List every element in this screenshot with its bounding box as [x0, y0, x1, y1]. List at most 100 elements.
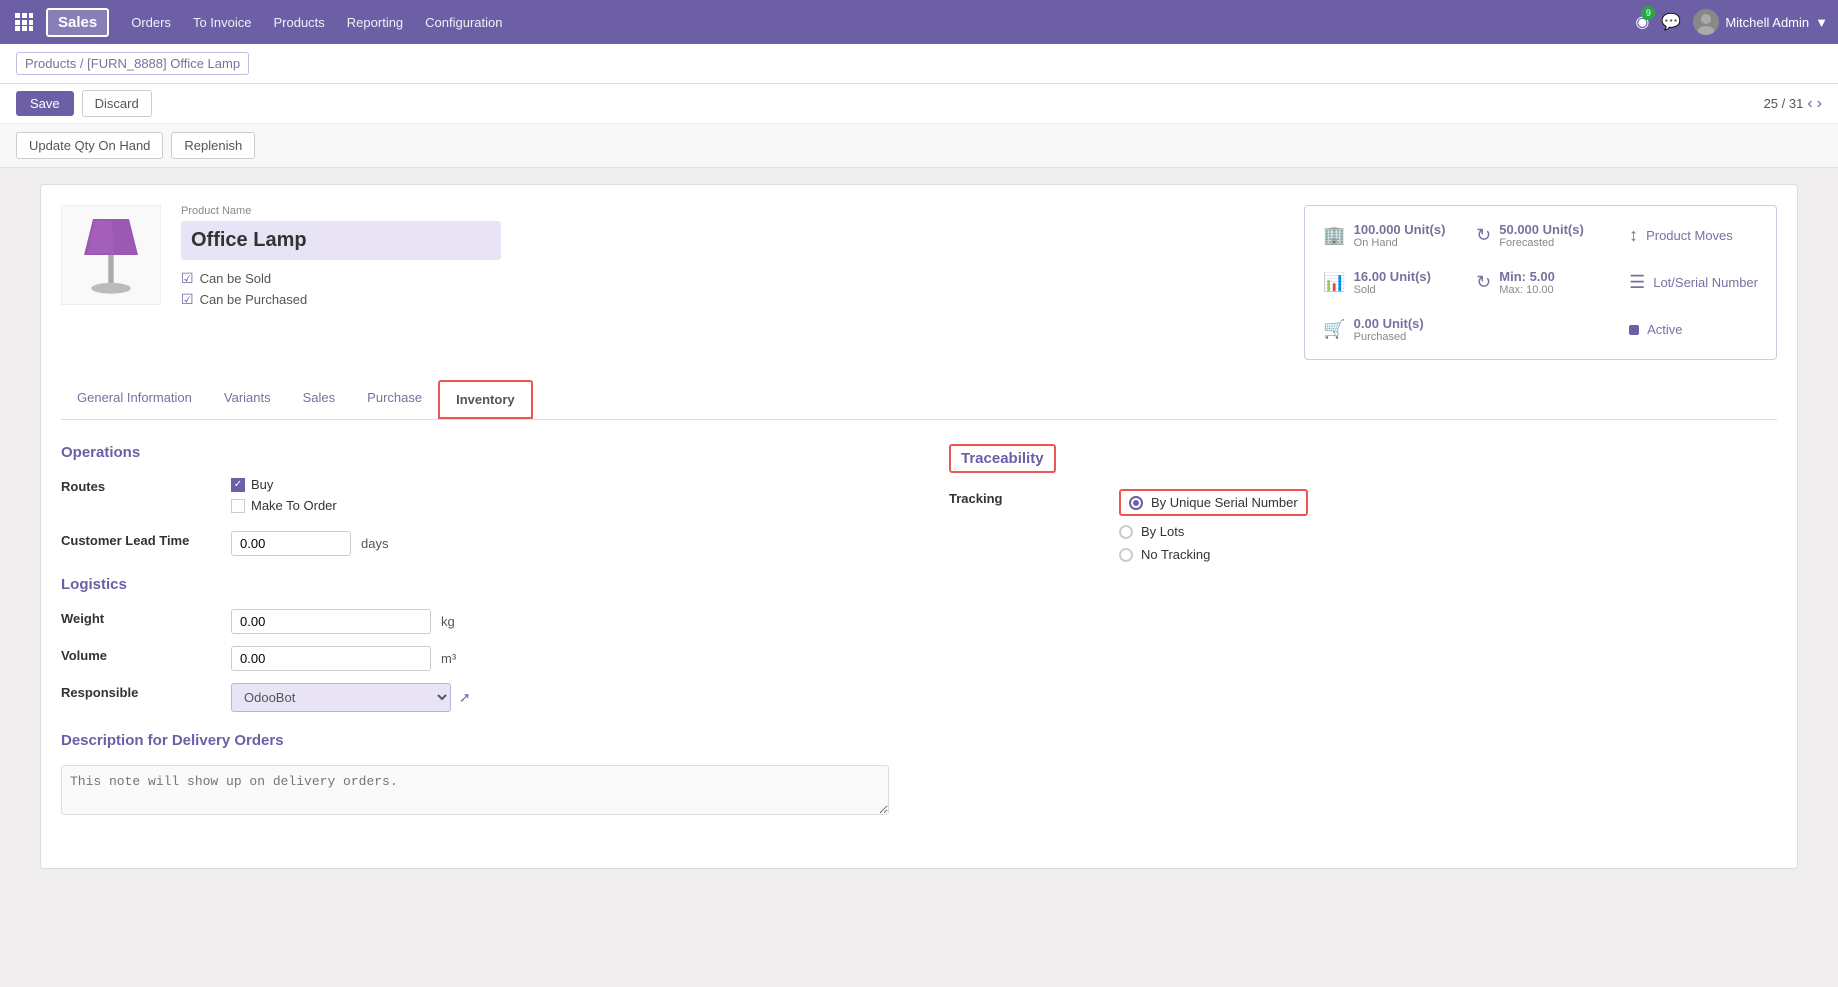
tab-purchase[interactable]: Purchase — [351, 380, 438, 419]
forecasted-label: Forecasted — [1499, 237, 1584, 249]
min-label: Min: 5.00 — [1499, 269, 1555, 284]
replenish-button[interactable]: Replenish — [171, 132, 255, 159]
arrows-icon: ↕ — [1629, 225, 1638, 246]
responsible-field: Responsible OdooBot ➚ — [61, 683, 889, 712]
pager: 25 / 31 ‹ › — [1764, 95, 1822, 113]
weight-unit: kg — [441, 614, 455, 629]
nav-configuration[interactable]: Configuration — [423, 11, 504, 34]
external-link-icon[interactable]: ➚ — [459, 689, 471, 706]
stat-sold[interactable]: 📊 16.00 Unit(s) Sold — [1315, 263, 1460, 302]
operations-section: Operations Routes ✓ Buy Make To Order — [61, 444, 889, 818]
avatar — [1693, 9, 1719, 35]
top-actions-bar: Update Qty On Hand Replenish — [0, 124, 1838, 168]
weight-input[interactable] — [231, 609, 431, 634]
routes-label: Routes — [61, 477, 221, 494]
volume-field: Volume m³ — [61, 646, 889, 671]
grid-icon[interactable] — [10, 8, 38, 36]
stat-on-hand[interactable]: 🏢 100.000 Unit(s) On Hand — [1315, 216, 1460, 255]
tab-variants[interactable]: Variants — [208, 380, 287, 419]
pager-prev[interactable]: ‹ — [1807, 95, 1812, 113]
action-bar: Save Discard 25 / 31 ‹ › — [0, 84, 1838, 124]
make-to-order-checkbox[interactable] — [231, 499, 245, 513]
can-be-sold-row: ☑ Can be Sold — [181, 270, 1284, 287]
logistics-title: Logistics — [61, 576, 889, 593]
on-hand-value: 100.000 Unit(s) — [1354, 222, 1446, 237]
user-dropdown-icon: ▼ — [1815, 15, 1828, 30]
make-to-order-label: Make To Order — [251, 498, 337, 513]
none-option-label: No Tracking — [1141, 547, 1210, 562]
forecasted-value: 50.000 Unit(s) — [1499, 222, 1584, 237]
pager-text: 25 / 31 — [1764, 96, 1804, 111]
tracking-options: By Unique Serial Number By Lots No Track… — [1119, 489, 1777, 562]
description-section: Description for Delivery Orders — [61, 732, 889, 818]
discard-button[interactable]: Discard — [82, 90, 152, 117]
routes-value: ✓ Buy Make To Order — [231, 477, 889, 519]
traceability-title: Traceability — [949, 444, 1056, 473]
chat-icon[interactable]: 💬 — [1661, 12, 1681, 32]
product-tabs: General Information Variants Sales Purch… — [61, 380, 1777, 420]
product-image — [61, 205, 161, 305]
purchased-value: 0.00 Unit(s) — [1354, 316, 1424, 331]
nav-links: Orders To Invoice Products Reporting Con… — [129, 11, 1635, 34]
stat-active[interactable]: Active — [1621, 310, 1766, 349]
tab-sales[interactable]: Sales — [287, 380, 352, 419]
serial-radio-circle — [1129, 496, 1143, 510]
nav-reporting[interactable]: Reporting — [345, 11, 405, 34]
lots-option-label: By Lots — [1141, 524, 1184, 539]
tracking-option-serial[interactable]: By Unique Serial Number — [1119, 489, 1777, 516]
lead-time-input[interactable] — [231, 531, 351, 556]
product-name-label: Product Name — [181, 205, 1284, 217]
user-menu[interactable]: Mitchell Admin ▼ — [1693, 9, 1828, 35]
stats-panel: 🏢 100.000 Unit(s) On Hand ↻ 50.000 Unit(… — [1304, 205, 1777, 360]
stat-forecasted[interactable]: ↻ 50.000 Unit(s) Forecasted — [1468, 216, 1613, 255]
inventory-tab-content: Operations Routes ✓ Buy Make To Order — [61, 444, 1777, 818]
tab-general-information[interactable]: General Information — [61, 380, 208, 419]
breadcrumb-link[interactable]: Products / [FURN_8888] Office Lamp — [16, 52, 249, 75]
stat-min-max[interactable]: ↻ Min: 5.00 Max: 10.00 — [1468, 263, 1613, 302]
product-name-input[interactable] — [181, 221, 501, 260]
clock-icon[interactable]: ◉ 9 — [1635, 12, 1649, 32]
buy-route: ✓ Buy — [231, 477, 889, 492]
volume-label: Volume — [61, 646, 221, 663]
tracking-field: Tracking By Unique Serial Number By Lots — [949, 489, 1777, 562]
update-qty-button[interactable]: Update Qty On Hand — [16, 132, 163, 159]
nav-orders[interactable]: Orders — [129, 11, 173, 34]
stat-product-moves[interactable]: ↕ Product Moves — [1621, 216, 1766, 255]
nav-to-invoice[interactable]: To Invoice — [191, 11, 254, 34]
stat-lot-serial[interactable]: ☰ Lot/Serial Number — [1621, 263, 1766, 302]
max-label: Max: 10.00 — [1499, 284, 1555, 296]
on-hand-label: On Hand — [1354, 237, 1446, 249]
user-name: Mitchell Admin — [1725, 15, 1809, 30]
product-card: Product Name ☑ Can be Sold ☑ Can be Purc… — [40, 184, 1798, 869]
buy-checkbox[interactable]: ✓ — [231, 478, 245, 492]
volume-unit: m³ — [441, 651, 456, 666]
pager-next[interactable]: › — [1817, 95, 1822, 113]
cart-icon: 🛒 — [1323, 319, 1345, 340]
tracking-option-lots[interactable]: By Lots — [1119, 524, 1777, 539]
responsible-label: Responsible — [61, 683, 221, 700]
can-be-sold-label: Can be Sold — [200, 271, 272, 286]
purchased-label: Purchased — [1354, 331, 1424, 343]
can-be-sold-check-icon: ☑ — [181, 270, 194, 287]
tracking-label: Tracking — [949, 489, 1109, 506]
weight-label: Weight — [61, 609, 221, 626]
chart-icon: 📊 — [1323, 272, 1345, 293]
volume-input[interactable] — [231, 646, 431, 671]
responsible-select[interactable]: OdooBot — [231, 683, 451, 712]
breadcrumb-bar: Products / [FURN_8888] Office Lamp — [0, 44, 1838, 84]
routes-field: Routes ✓ Buy Make To Order — [61, 477, 889, 519]
app-name[interactable]: Sales — [46, 8, 109, 37]
description-textarea[interactable] — [61, 765, 889, 815]
tab-inventory[interactable]: Inventory — [438, 380, 533, 419]
nav-products[interactable]: Products — [271, 11, 326, 34]
can-be-purchased-check-icon: ☑ — [181, 291, 194, 308]
building-icon: 🏢 — [1323, 225, 1345, 246]
can-be-purchased-row: ☑ Can be Purchased — [181, 291, 1284, 308]
save-button[interactable]: Save — [16, 91, 74, 116]
active-label: Active — [1647, 322, 1682, 337]
stat-purchased[interactable]: 🛒 0.00 Unit(s) Purchased — [1315, 310, 1460, 349]
operations-title: Operations — [61, 444, 889, 461]
lead-time-field: Customer Lead Time days — [61, 531, 889, 556]
refresh-icon: ↻ — [1476, 225, 1491, 246]
tracking-option-none[interactable]: No Tracking — [1119, 547, 1777, 562]
